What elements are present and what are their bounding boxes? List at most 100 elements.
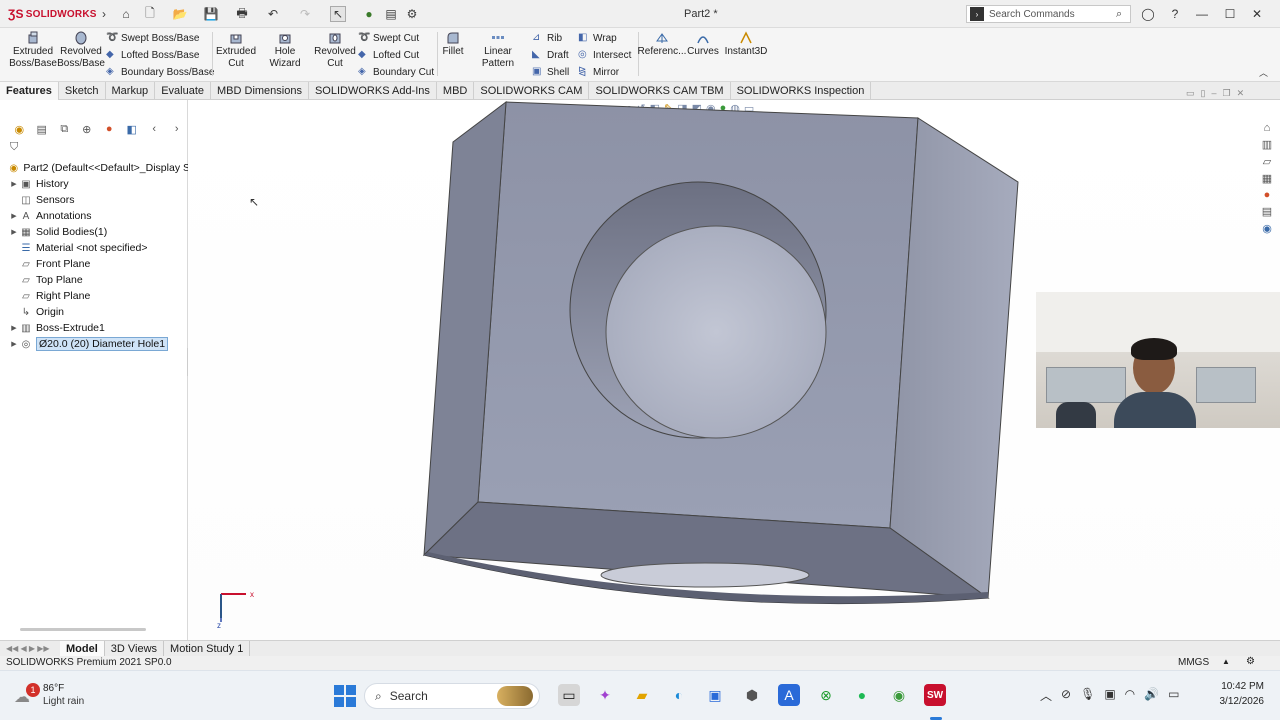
undo-icon[interactable]: ↶: [265, 6, 281, 22]
redo-icon[interactable]: ↷: [297, 6, 313, 22]
swept-cut-button[interactable]: ➰ Swept Cut: [358, 30, 419, 46]
lofted-cut-button[interactable]: ◆ Lofted Cut: [358, 47, 419, 63]
copilot-icon[interactable]: ✦: [594, 684, 616, 706]
task-view-icon[interactable]: ▭: [558, 684, 580, 706]
microsoft-store-icon[interactable]: ▣: [704, 684, 726, 706]
microphone-icon[interactable]: 🎙: [1080, 687, 1095, 705]
solidworks-resources-icon[interactable]: ⌂: [1264, 122, 1271, 134]
tree-item-right-plane[interactable]: ▱ Right Plane: [8, 288, 190, 304]
tree-item-annotations[interactable]: ▶ A Annotations: [8, 208, 190, 224]
feature-manager-tree-icon[interactable]: ◉: [10, 121, 29, 137]
tree-item-sensors[interactable]: ◫ Sensors: [8, 192, 190, 208]
appearances-icon[interactable]: ●: [1264, 189, 1271, 201]
instant3d-button[interactable]: Instant3D: [724, 31, 768, 58]
screen-capture-icon[interactable]: ▣: [1104, 687, 1115, 705]
spotify-icon[interactable]: ●: [851, 684, 873, 706]
boundary-cut-button[interactable]: ◈ Boundary Cut: [358, 64, 434, 80]
view-palette-icon[interactable]: ▦: [1262, 172, 1272, 185]
design-library-icon[interactable]: ▥: [1262, 138, 1272, 151]
user-account-icon[interactable]: ◯: [1139, 6, 1157, 22]
display-manager-icon[interactable]: ●: [100, 121, 119, 137]
extruded-boss-button[interactable]: Extruded Boss/Base: [9, 31, 57, 70]
fillet-button[interactable]: Fillet: [440, 31, 466, 58]
tab-mbd[interactable]: MBD: [437, 81, 475, 100]
volume-icon[interactable]: 🔊: [1144, 687, 1159, 705]
battery-icon[interactable]: ▭: [1168, 687, 1179, 705]
reference-geometry-button[interactable]: Referenc...: [638, 31, 686, 58]
doc-minimize-icon[interactable]: –: [1211, 88, 1216, 100]
rib-button[interactable]: ⊿ Rib: [532, 30, 562, 46]
tab-cam[interactable]: SOLIDWORKS CAM: [474, 81, 590, 100]
tree-item-history[interactable]: ▶ ▣ History: [8, 176, 190, 192]
panel-scroll-right-icon[interactable]: ›: [168, 121, 187, 137]
horizontal-scrollbar[interactable]: [20, 628, 146, 631]
revolved-cut-button[interactable]: Revolved Cut: [313, 31, 357, 70]
shell-button[interactable]: ▣ Shell: [532, 64, 569, 80]
forum-icon[interactable]: ◉: [1262, 222, 1272, 235]
tree-item-diameter-hole1[interactable]: ▶ ◎ Ø20.0 (20) Diameter Hole1: [8, 336, 190, 352]
clock-time[interactable]: 10:42 PM: [1218, 681, 1264, 692]
units-selector[interactable]: MMGS: [1178, 657, 1209, 668]
revolved-boss-button[interactable]: Revolved Boss/Base: [57, 31, 105, 70]
mirror-button[interactable]: ⧎ Mirror: [578, 64, 619, 80]
hole-floor[interactable]: [605, 225, 827, 439]
tree-item-material[interactable]: ☰ Material <not specified>: [8, 240, 190, 256]
expand-arrow-icon[interactable]: ▶: [8, 340, 20, 348]
configuration-manager-icon[interactable]: ⧉: [55, 121, 74, 137]
tree-item-origin[interactable]: ↳ Origin: [8, 304, 190, 320]
graphics-area[interactable]: ⌕ ⌕ ↺ ◧ ✎ ◨ ◩ ◉ ● ◍ ▭: [188, 88, 1280, 640]
expand-arrow-icon[interactable]: ▶: [8, 180, 20, 188]
weather-widget[interactable]: ☁ 1: [14, 683, 40, 709]
tab-3d-views[interactable]: 3D Views: [105, 640, 165, 657]
print-icon[interactable]: 🖶: [234, 6, 250, 22]
boundary-boss-button[interactable]: ◈ Boundary Boss/Base: [106, 64, 214, 80]
filter-icon[interactable]: ⛉: [10, 141, 18, 154]
options-gear-icon[interactable]: ⚙: [404, 6, 420, 22]
hole-wizard-button[interactable]: Hole Wizard: [258, 31, 312, 70]
cam-manager-icon[interactable]: ◧: [123, 121, 142, 137]
traffic-light-icon[interactable]: ●: [361, 6, 377, 22]
doc-restore-icon[interactable]: ❐: [1222, 88, 1230, 100]
search-commands-field[interactable]: › Search Commands ⌕: [966, 5, 1131, 23]
extruded-cut-button[interactable]: Extruded Cut: [214, 31, 258, 70]
bottom-hole-opening[interactable]: [600, 562, 810, 588]
settings-app-icon[interactable]: ⬢: [741, 684, 763, 706]
home-icon[interactable]: ⌂: [118, 6, 134, 22]
doc-close-icon[interactable]: ✕: [1237, 88, 1245, 100]
clock-date[interactable]: 3/12/2026: [1212, 696, 1265, 707]
show-hidden-icons-icon[interactable]: ︿: [1040, 687, 1052, 705]
customize-status-icon[interactable]: ⚙: [1246, 656, 1255, 667]
tab-mbd-dimensions[interactable]: MBD Dimensions: [211, 81, 309, 100]
wifi-icon[interactable]: ◠: [1125, 687, 1135, 705]
xbox-icon[interactable]: ⊗: [815, 684, 837, 706]
tab-motion-study[interactable]: Motion Study 1: [164, 640, 251, 657]
dimxpert-icon[interactable]: ⊕: [78, 121, 97, 137]
taskbar-search-box[interactable]: ⌕ Search: [364, 683, 540, 709]
close-icon[interactable]: ✕: [1248, 6, 1266, 22]
windows-start-icon[interactable]: [334, 685, 356, 707]
file-explorer-icon[interactable]: ▰: [631, 684, 653, 706]
tree-item-boss-extrude1[interactable]: ▶ ▥ Boss-Extrude1: [8, 320, 190, 336]
minimize-icon[interactable]: —: [1193, 6, 1211, 22]
save-icon[interactable]: 💾: [203, 6, 219, 22]
tab-inspection[interactable]: SOLIDWORKS Inspection: [731, 81, 872, 100]
property-manager-icon[interactable]: ▤: [33, 121, 52, 137]
tab-features[interactable]: Features: [0, 81, 59, 100]
tile-icon[interactable]: ▭: [1186, 88, 1195, 100]
solidworks-logo[interactable]: ƷS SOLIDWORKS: [8, 6, 97, 22]
swept-boss-button[interactable]: ➰ Swept Boss/Base: [106, 30, 199, 46]
custom-properties-icon[interactable]: ▤: [1262, 205, 1272, 218]
select-arrow-icon[interactable]: ↖: [330, 6, 346, 22]
panel-scroll-left-icon[interactable]: ‹: [145, 121, 164, 137]
search-icon[interactable]: ⌕: [1116, 8, 1130, 21]
split-icon[interactable]: ▯: [1201, 88, 1206, 100]
open-folder-icon[interactable]: 📂: [172, 6, 188, 22]
tab-model[interactable]: Model: [60, 640, 105, 657]
units-up-arrow-icon[interactable]: ▲: [1222, 657, 1230, 666]
collapse-ribbon-icon[interactable]: ︿: [1259, 66, 1268, 79]
tab-scroll-arrows[interactable]: ◀◀ ◀ ▶ ▶▶: [0, 641, 60, 657]
lofted-boss-button[interactable]: ◆ Lofted Boss/Base: [106, 47, 199, 63]
help-icon[interactable]: ?: [1166, 6, 1184, 22]
chevron-right-icon[interactable]: ›: [96, 6, 112, 22]
autocad-icon[interactable]: A: [778, 684, 800, 706]
